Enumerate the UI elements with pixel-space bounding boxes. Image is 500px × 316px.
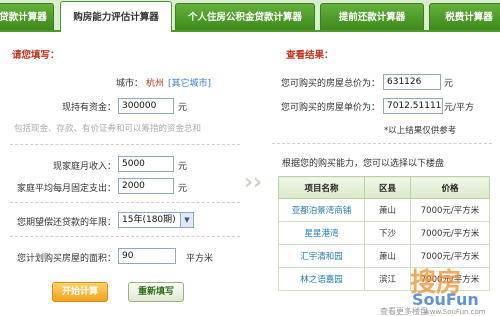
property-name-link[interactable]: 林之语嘉园 [278, 267, 365, 291]
total-price-unit: 元 [444, 79, 454, 89]
results-heading: 查看结果： [286, 50, 334, 61]
expense-input[interactable]: 2000 [118, 178, 174, 194]
unit-price-output: 7012.511111 [383, 98, 443, 114]
funds-label: 现持有资金： [61, 103, 116, 113]
tab-loan-calculator[interactable]: 贷款计算器 [0, 3, 54, 30]
property-district: 下沙 [364, 221, 411, 245]
divider [272, 143, 492, 144]
chevron-down-icon[interactable]: ▼ [180, 213, 193, 227]
watermark-english: SouFun [412, 290, 479, 309]
tab-purchase-ability[interactable]: 购房能力评估计算器 [60, 1, 172, 32]
tab-housing-fund-loan[interactable]: 个人住房公积金贷款计算器 [175, 3, 315, 30]
loan-years-value: 15年(180期) [122, 215, 176, 225]
results-disclaimer: *以上结果仅供参考 [384, 126, 457, 136]
area-label: 您计划购买房屋的面积： [16, 254, 116, 264]
city-value: 杭州 [146, 79, 165, 89]
funds-unit: 元 [178, 103, 188, 113]
arrow-right-icon: › [244, 170, 254, 195]
property-name-link[interactable]: 亚都泊景湾商铺 [278, 198, 365, 222]
property-price: 7000元/平方米 [410, 221, 490, 245]
years-label: 您期望偿还贷款的年限： [16, 218, 116, 228]
tab-tax-fee[interactable]: 税费计算器 [429, 3, 500, 30]
unit-price-unit: 元/平方 [444, 103, 475, 113]
income-unit: 元 [178, 162, 188, 172]
other-city-link[interactable]: [其它城市] [168, 79, 211, 89]
column-header-price: 价格 [410, 176, 490, 199]
divider [10, 236, 240, 237]
tab-bar: 贷款计算器 购房能力评估计算器 个人住房公积金贷款计算器 提前还款计算器 税费计… [0, 0, 500, 32]
table-row: 亚都泊景湾商铺 萧山 7000元/平方米 [278, 198, 490, 222]
area-input[interactable]: 90 [118, 248, 176, 264]
arrow-right-icon: › [253, 170, 263, 195]
area-unit: 平方米 [186, 254, 214, 264]
property-district: 萧山 [364, 198, 411, 222]
recommend-caption: 根据您的购买能力，您可以选择以下楼盘 [282, 159, 445, 169]
divider [10, 202, 240, 203]
expense-unit: 元 [178, 184, 188, 194]
city-label: 城市： [115, 79, 143, 89]
income-input[interactable]: 5000 [118, 156, 174, 172]
funds-hint: 包括现金、存款、有价证券和可以筹措的资金总和 [14, 124, 202, 134]
expense-label: 家庭平均每月固定支出： [16, 184, 116, 194]
property-district: 滨江 [364, 267, 411, 291]
total-price-label: 您可购买的房屋总价为： [280, 79, 380, 89]
property-district: 萧山 [364, 244, 411, 268]
city-selection: 杭州 [其它城市] [146, 76, 211, 89]
watermark-url: www.SouFun.com [424, 308, 486, 316]
reset-form-button[interactable]: 重新填写 [128, 282, 184, 302]
table-row: 星星港湾 下沙 7000元/平方米 [278, 221, 490, 245]
property-name-link[interactable]: 星星港湾 [278, 221, 365, 245]
property-price: 7000元/平方米 [410, 198, 490, 222]
table-header-row: 项目名称 区县 价格 [278, 176, 490, 199]
loan-years-select[interactable]: 15年(180期) ▼ [118, 212, 194, 228]
income-label: 现家庭月收入： [52, 162, 116, 172]
column-header-district: 区县 [364, 176, 411, 199]
start-calculation-button[interactable]: 开始计算 [52, 282, 108, 302]
tab-prepayment[interactable]: 提前还款计算器 [320, 3, 424, 30]
total-price-output: 631126 [383, 74, 441, 90]
form-heading: 请您填写： [12, 50, 60, 61]
property-name-link[interactable]: 汇宇清和园 [278, 244, 365, 268]
column-header-name: 项目名称 [278, 176, 365, 199]
divider [10, 144, 240, 145]
unit-price-label: 您可购买的房屋单价为： [280, 103, 380, 113]
funds-input[interactable]: 300000 [118, 98, 174, 114]
